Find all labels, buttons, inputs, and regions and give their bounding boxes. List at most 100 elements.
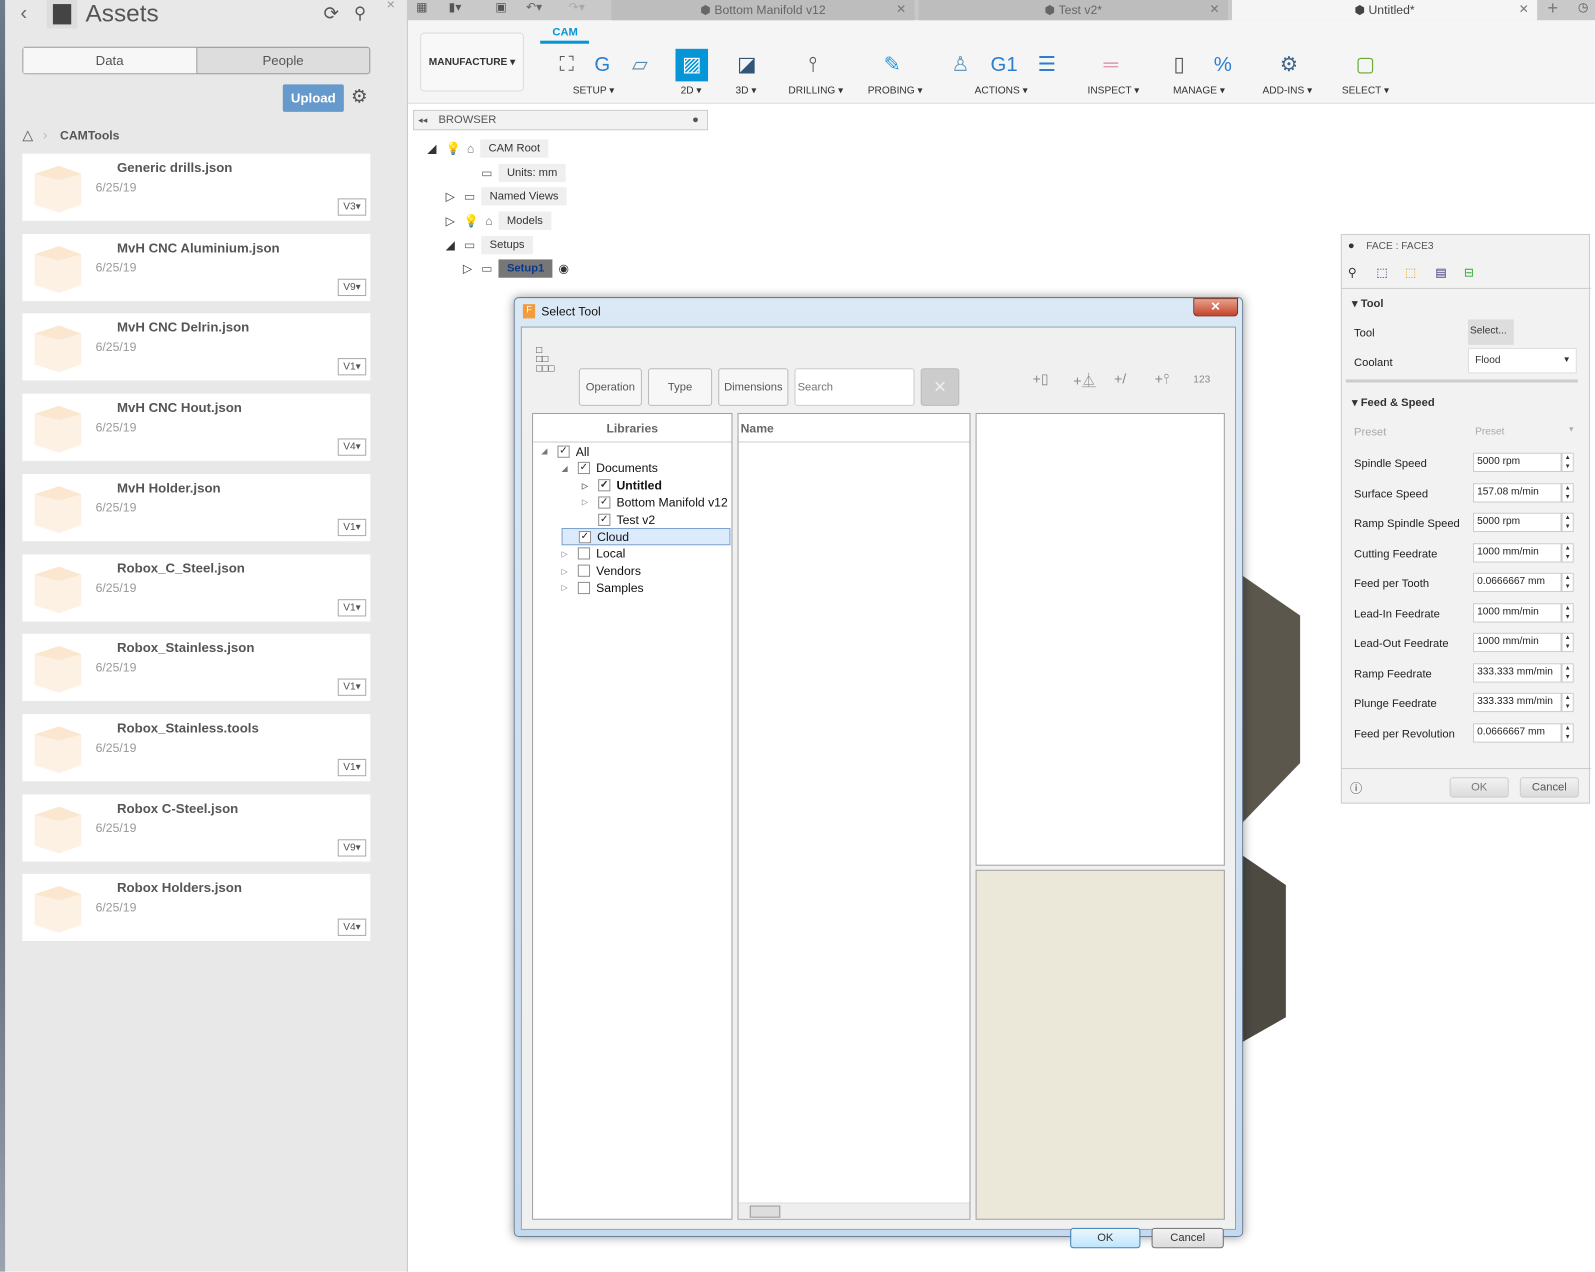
2d-icon[interactable]: ▨ (675, 48, 709, 82)
expand-icon[interactable]: ▷ (582, 481, 592, 490)
asset-name[interactable]: Robox C-Steel.json (117, 800, 238, 815)
setup-sheet-icon[interactable]: ☰ (1031, 49, 1064, 82)
refresh-icon[interactable]: ⟳ (324, 3, 339, 24)
browser-node[interactable]: ▷ ▭ Named Views (446, 187, 567, 206)
library-node[interactable]: ◢ ✓ All (541, 443, 589, 460)
spinner[interactable]: ▲ ▼ (1561, 722, 1574, 743)
asset-card[interactable]: Robox Holders.json 6/25/19 V4 ▾ (22, 874, 371, 942)
library-node[interactable]: ▷ Vendors (562, 562, 641, 579)
asset-card[interactable]: MvH CNC Delrin.json 6/25/19 V1 ▾ (22, 313, 371, 381)
expand-icon[interactable]: ▷ (446, 214, 458, 228)
clear-filter-button[interactable]: ✕ (920, 368, 960, 406)
gear-icon[interactable]: ⚙ (351, 86, 367, 107)
search-input[interactable] (794, 368, 915, 406)
spinner[interactable]: ▲ ▼ (1561, 662, 1574, 683)
version-dropdown[interactable]: V1 ▾ (337, 678, 367, 697)
ribbon-group-manage[interactable]: MANAGE ▾ (1173, 85, 1225, 96)
nc-program-icon[interactable]: G (586, 49, 619, 82)
asset-card[interactable]: Robox C-Steel.json 6/25/19 V9 ▾ (22, 794, 371, 862)
doc-tab-test[interactable]: ⬢ Test v2* ✕ (918, 0, 1228, 21)
breadcrumb[interactable]: CAMTools (60, 128, 119, 142)
coolant-select[interactable]: Flood ▼ (1467, 347, 1577, 374)
library-node[interactable]: ◢ ✓ Documents (562, 460, 658, 477)
new-holder-icon[interactable]: +⏅ (1073, 370, 1096, 390)
doc-tab-untitled[interactable]: ⬢ Untitled* ✕ (1231, 0, 1538, 21)
field-input[interactable]: 1000 mm/min (1473, 542, 1562, 563)
spinner[interactable]: ▲ ▼ (1561, 482, 1574, 503)
library-node[interactable]: ▷ ✓ Bottom Manifold v12 (582, 494, 728, 511)
folder-icon[interactable]: ▱ (624, 49, 657, 82)
save-icon[interactable]: ▣ (495, 0, 507, 14)
library-node[interactable]: ▷ ✓ Untitled (582, 477, 662, 494)
ok-button[interactable]: OK (1449, 777, 1509, 798)
field-input[interactable]: 0.0666667 mm (1473, 572, 1562, 593)
expand-icon[interactable]: ◢ (427, 141, 439, 155)
expand-icon[interactable]: ◢ (541, 447, 551, 456)
visibility-bulb-icon[interactable]: 💡 (464, 214, 479, 228)
field-input[interactable]: 1000 mm/min (1473, 632, 1562, 653)
library-node[interactable]: ▷ Local (562, 545, 626, 562)
tab-geometry-icon[interactable]: ⬚ (1376, 266, 1388, 280)
grid-icon[interactable]: ▦ (416, 0, 428, 14)
select-icon[interactable]: ▢ (1349, 49, 1382, 82)
asset-card[interactable]: Robox_Stainless.tools 6/25/19 V1 ▾ (22, 714, 371, 782)
expand-icon[interactable]: ▷ (582, 498, 592, 507)
asset-name[interactable]: MvH CNC Delrin.json (117, 320, 249, 335)
close-button[interactable]: ✕ (1193, 298, 1239, 317)
tool-section-header[interactable]: ▾ Tool (1352, 297, 1384, 310)
ribbon-group-select[interactable]: SELECT ▾ (1342, 85, 1389, 96)
active-setup-icon[interactable]: ◉ (559, 261, 570, 275)
new-tab-icon[interactable]: + (1547, 0, 1558, 19)
ribbon-group-inspect[interactable]: INSPECT ▾ (1087, 85, 1139, 96)
cancel-button[interactable]: Cancel (1519, 777, 1579, 798)
asset-card[interactable]: MvH CNC Hout.json 6/25/19 V4 ▾ (22, 393, 371, 461)
preset-select[interactable]: Preset ▼ (1475, 426, 1575, 437)
name-header[interactable]: Name (738, 414, 970, 443)
library-checkbox[interactable]: ✓ (598, 479, 611, 492)
spinner[interactable]: ▲ ▼ (1561, 452, 1574, 473)
close-icon[interactable]: × (387, 0, 395, 12)
ribbon-group-3d[interactable]: 3D ▾ (736, 85, 757, 96)
library-checkbox[interactable] (577, 547, 591, 560)
tab-passes-icon[interactable]: ▤ (1435, 266, 1447, 280)
close-tab-icon[interactable]: ✕ (1210, 2, 1220, 16)
group-view-icon[interactable]: □ □□ □□□ (536, 345, 554, 373)
spinner[interactable]: ▲ ▼ (1561, 542, 1574, 563)
horizontal-scrollbar[interactable] (738, 1202, 970, 1219)
asset-card[interactable]: Generic drills.json 6/25/19 V3 ▾ (22, 153, 371, 221)
close-tab-icon[interactable]: ✕ (896, 2, 906, 16)
scripts-icon[interactable]: ⚙ (1273, 49, 1306, 82)
asset-name[interactable]: Generic drills.json (117, 160, 232, 175)
library-checkbox[interactable]: ✓ (598, 513, 611, 526)
setup-icon[interactable]: ⛶ (550, 49, 583, 82)
library-checkbox[interactable] (577, 564, 591, 577)
spinner[interactable]: ▲ ▼ (1561, 572, 1574, 593)
drilling-icon[interactable]: ⫯ (797, 49, 830, 82)
clock-icon[interactable]: ◷ (1578, 0, 1589, 14)
tab-linking-icon[interactable]: ⊟ (1464, 266, 1474, 280)
version-dropdown[interactable]: V9 ▾ (337, 838, 367, 857)
scroll-thumb[interactable] (749, 1205, 781, 1218)
asset-card[interactable]: Robox_C_Steel.json 6/25/19 V1 ▾ (22, 553, 371, 622)
tool-library-icon[interactable]: ▯ (1163, 49, 1196, 82)
version-dropdown[interactable]: V1 ▾ (337, 598, 367, 616)
measure-icon[interactable]: ═ (1095, 49, 1128, 82)
field-input[interactable]: 5000 rpm (1473, 452, 1562, 473)
undo-icon[interactable]: ↶▾ (526, 0, 542, 14)
version-dropdown[interactable]: V3 ▾ (337, 198, 367, 216)
asset-card[interactable]: MvH Holder.json 6/25/19 V1 ▾ (22, 473, 371, 541)
expand-icon[interactable]: ◢ (446, 238, 458, 252)
search-icon[interactable]: ⚲ (354, 3, 366, 23)
tab-tool-icon[interactable]: ⚲ (1348, 266, 1357, 280)
close-tab-icon[interactable]: ✕ (1519, 2, 1529, 16)
file-icon[interactable]: ▮▾ (449, 0, 462, 14)
expand-icon[interactable]: ▷ (562, 549, 572, 558)
cancel-button[interactable]: Cancel (1151, 1227, 1224, 1249)
new-probe-icon[interactable]: +⫯ (1155, 370, 1170, 387)
doc-tab-bottom-manifold[interactable]: ⬢ Bottom Manifold v12 ✕ (611, 0, 915, 21)
probing-icon[interactable]: ✎ (876, 49, 909, 82)
redo-icon[interactable]: ↷▾ (569, 0, 585, 14)
browser-node[interactable]: ▭ Units: mm (463, 163, 566, 183)
spinner[interactable]: ▲ ▼ (1561, 692, 1574, 713)
post-library-icon[interactable]: % (1207, 49, 1240, 82)
